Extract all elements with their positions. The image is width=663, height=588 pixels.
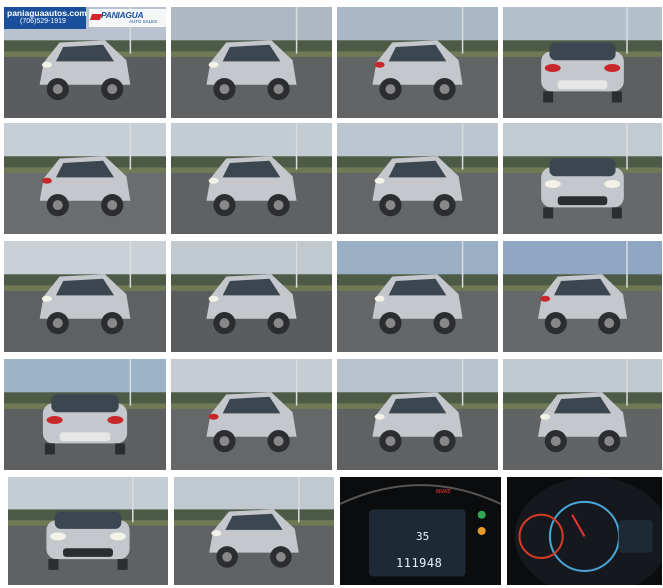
car-photo[interactable] (503, 241, 662, 352)
car-photo[interactable] (503, 7, 662, 118)
warning-icon (477, 527, 486, 535)
dealer-contact-box: paniaguaautos.com (706)529-1919 (4, 7, 87, 29)
car-photo[interactable] (337, 241, 498, 352)
car-photo[interactable] (174, 477, 334, 585)
car-photo[interactable] (171, 241, 332, 352)
car-photo[interactable] (4, 359, 166, 470)
car-photo[interactable] (337, 7, 498, 118)
car-photo[interactable] (4, 123, 166, 234)
dealer-logo: PANIAGUA AUTO SALES (89, 9, 166, 27)
car-photo[interactable] (171, 123, 332, 234)
car-photo[interactable] (503, 359, 662, 470)
dashboard-cluster-photo[interactable] (507, 477, 662, 585)
car-photo[interactable] (337, 123, 498, 234)
car-photo[interactable] (171, 7, 332, 118)
brake-warning-label: BRAKE (436, 489, 452, 495)
odometer-readout: 111948 (396, 556, 443, 570)
speed-readout: 35 (416, 530, 430, 543)
car-photo[interactable] (337, 359, 498, 470)
dealer-website[interactable]: paniaguaautos.com (7, 8, 87, 18)
dealer-logo-subtext: AUTO SALES (129, 19, 158, 24)
car-photo[interactable] (4, 241, 166, 352)
car-photo[interactable] (171, 359, 332, 470)
photo-grid (0, 0, 663, 588)
dealer-phone[interactable]: (706)529-1919 (20, 18, 66, 25)
indicator-icon (477, 510, 486, 519)
car-photo[interactable] (8, 477, 168, 585)
dealer-banner: paniaguaautos.com (706)529-1919 PANIAGUA… (4, 7, 166, 29)
car-photo[interactable] (503, 123, 662, 234)
